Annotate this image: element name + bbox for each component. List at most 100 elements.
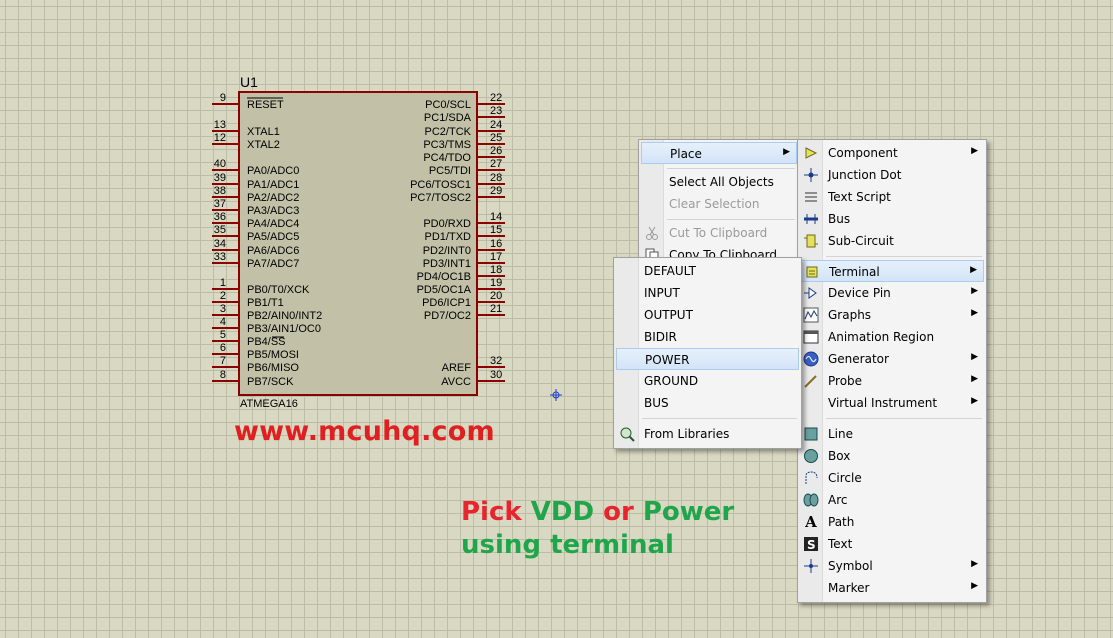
menu-item-generator-label: Generator (828, 352, 889, 366)
pin-name: PD5/OC1A (417, 284, 472, 296)
pin-name: PA0/ADC0 (247, 165, 299, 177)
pin-name: PB7/SCK (247, 376, 294, 388)
path-A-icon: A (805, 513, 817, 531)
symbol-icon (803, 558, 819, 574)
submenu-arrow-icon: ▶ (971, 396, 978, 406)
menu-item-bus[interactable]: Bus (800, 208, 984, 230)
pin-number: 24 (490, 119, 502, 131)
pin-name: PB0/T0/XCK (247, 284, 310, 296)
menu-item-clear-selection-label: Clear Selection (669, 197, 760, 211)
annotation-or: or (603, 497, 634, 527)
menu-item-text[interactable]: S Text (800, 533, 984, 555)
terminal-item-output[interactable]: OUTPUT (616, 304, 799, 326)
menu-item-sub-circuit-label: Sub-Circuit (828, 234, 894, 248)
menu-item-sub-circuit[interactable]: Sub-Circuit (800, 230, 984, 252)
terminal-item-bidir-label: BIDIR (644, 330, 677, 344)
instruction-annotation: Pick VDD or Power using terminal (461, 496, 734, 562)
generator-icon (803, 351, 819, 367)
terminal-item-bidir[interactable]: BIDIR (616, 326, 799, 348)
menu-item-device-pin[interactable]: Device Pin ▶ (800, 282, 984, 304)
part-name-label: ATMEGA16 (240, 398, 298, 410)
pin-name: PD6/ICP1 (422, 297, 471, 309)
annotation-line-1: Pick VDD or Power (461, 496, 734, 529)
pin-number: 6 (220, 342, 226, 354)
menu-separator (826, 256, 982, 257)
menu-item-place[interactable]: Place ▶ (641, 142, 797, 164)
pin-number: 19 (490, 277, 502, 289)
pin-number: 9 (220, 92, 226, 104)
menu-item-animation-region[interactable]: Animation Region (800, 326, 984, 348)
menu-item-terminal-label: Terminal (829, 265, 880, 279)
component-reference-label[interactable]: U1 (240, 74, 258, 90)
pin-number: 21 (490, 303, 502, 315)
pin-name: RESET (247, 99, 284, 111)
device-pin-icon (803, 285, 819, 301)
pin-name: AREF (442, 362, 472, 374)
menu-item-probe[interactable]: Probe ▶ (800, 370, 984, 392)
pin-name: PD3/INT1 (423, 258, 471, 270)
pin-number: 40 (214, 158, 226, 170)
terminal-item-input[interactable]: INPUT (616, 282, 799, 304)
menu-item-component-label: Component (828, 146, 898, 160)
pin-number: 16 (490, 238, 502, 250)
terminal-item-input-label: INPUT (644, 286, 680, 300)
scissors-icon (644, 225, 660, 241)
pin-number: 7 (220, 355, 226, 367)
pin-name: PC1/SDA (424, 112, 472, 124)
pin-number: 22 (490, 92, 502, 104)
menu-item-bus-label: Bus (828, 212, 851, 226)
menu-item-component[interactable]: Component ▶ (800, 142, 984, 164)
menu-item-text-script[interactable]: Text Script (800, 186, 984, 208)
pin-name: PC0/SCL (425, 99, 471, 111)
menu-item-path[interactable]: A Path (800, 511, 984, 533)
pin-number: 32 (490, 355, 502, 367)
menu-item-clear-selection[interactable]: Clear Selection (641, 193, 797, 215)
menu-item-arc[interactable]: Arc (800, 489, 984, 511)
menu-item-circle[interactable]: Circle (800, 467, 984, 489)
pin-number: 35 (214, 224, 226, 236)
menu-item-select-all[interactable]: Select All Objects (641, 171, 797, 193)
menu-item-generator[interactable]: Generator ▶ (800, 348, 984, 370)
pin-number: 34 (214, 238, 226, 250)
menu-item-cut-label: Cut To Clipboard (669, 226, 768, 240)
menu-item-place-label: Place (670, 147, 702, 161)
pin-number: 2 (220, 290, 226, 302)
text-S-icon: S (803, 536, 819, 552)
pin-name: PB4/SS (247, 336, 286, 348)
pin-number: 26 (490, 145, 502, 157)
submenu-arrow-icon: ▶ (783, 147, 790, 157)
pin-name: PA2/ADC2 (247, 192, 299, 204)
arc-icon (803, 492, 819, 508)
terminal-item-power[interactable]: POWER (616, 348, 799, 370)
menu-item-graphs[interactable]: Graphs ▶ (800, 304, 984, 326)
menu-item-circle-label: Circle (828, 471, 862, 485)
pin-number: 27 (490, 158, 502, 170)
menu-item-line[interactable]: Line (800, 423, 984, 445)
menu-item-marker-label: Marker (828, 581, 870, 595)
pin-number: 39 (214, 172, 226, 184)
terminal-item-power-label: POWER (645, 353, 690, 367)
menu-item-marker[interactable]: Marker ▶ (800, 577, 984, 599)
menu-separator (642, 418, 797, 419)
pin-name: PD0/RXD (423, 218, 471, 230)
menu-item-cut[interactable]: Cut To Clipboard (641, 222, 797, 244)
pin-number: 8 (220, 369, 226, 381)
menu-item-junction-dot[interactable]: Junction Dot (800, 164, 984, 186)
terminal-item-from-libraries[interactable]: From Libraries (616, 423, 799, 445)
terminal-item-bus-label: BUS (644, 396, 669, 410)
menu-item-symbol[interactable]: Symbol ▶ (800, 555, 984, 577)
submenu-arrow-icon: ▶ (971, 308, 978, 318)
pin-number: 3 (220, 303, 226, 315)
terminal-item-ground[interactable]: GROUND (616, 370, 799, 392)
menu-item-terminal[interactable]: Terminal ▶ (800, 260, 984, 282)
submenu-arrow-icon: ▶ (971, 146, 978, 156)
menu-item-virtual-instrument[interactable]: Virtual Instrument ▶ (800, 392, 984, 414)
submenu-arrow-icon: ▶ (971, 559, 978, 569)
pin-number: 4 (220, 316, 226, 328)
terminal-item-default[interactable]: DEFAULT (616, 260, 799, 282)
pin-name: PD7/OC2 (424, 310, 471, 322)
terminal-item-bus[interactable]: BUS (616, 392, 799, 414)
menu-item-box[interactable]: Box (800, 445, 984, 467)
animation-region-icon (803, 329, 819, 345)
graph-icon (803, 307, 819, 323)
